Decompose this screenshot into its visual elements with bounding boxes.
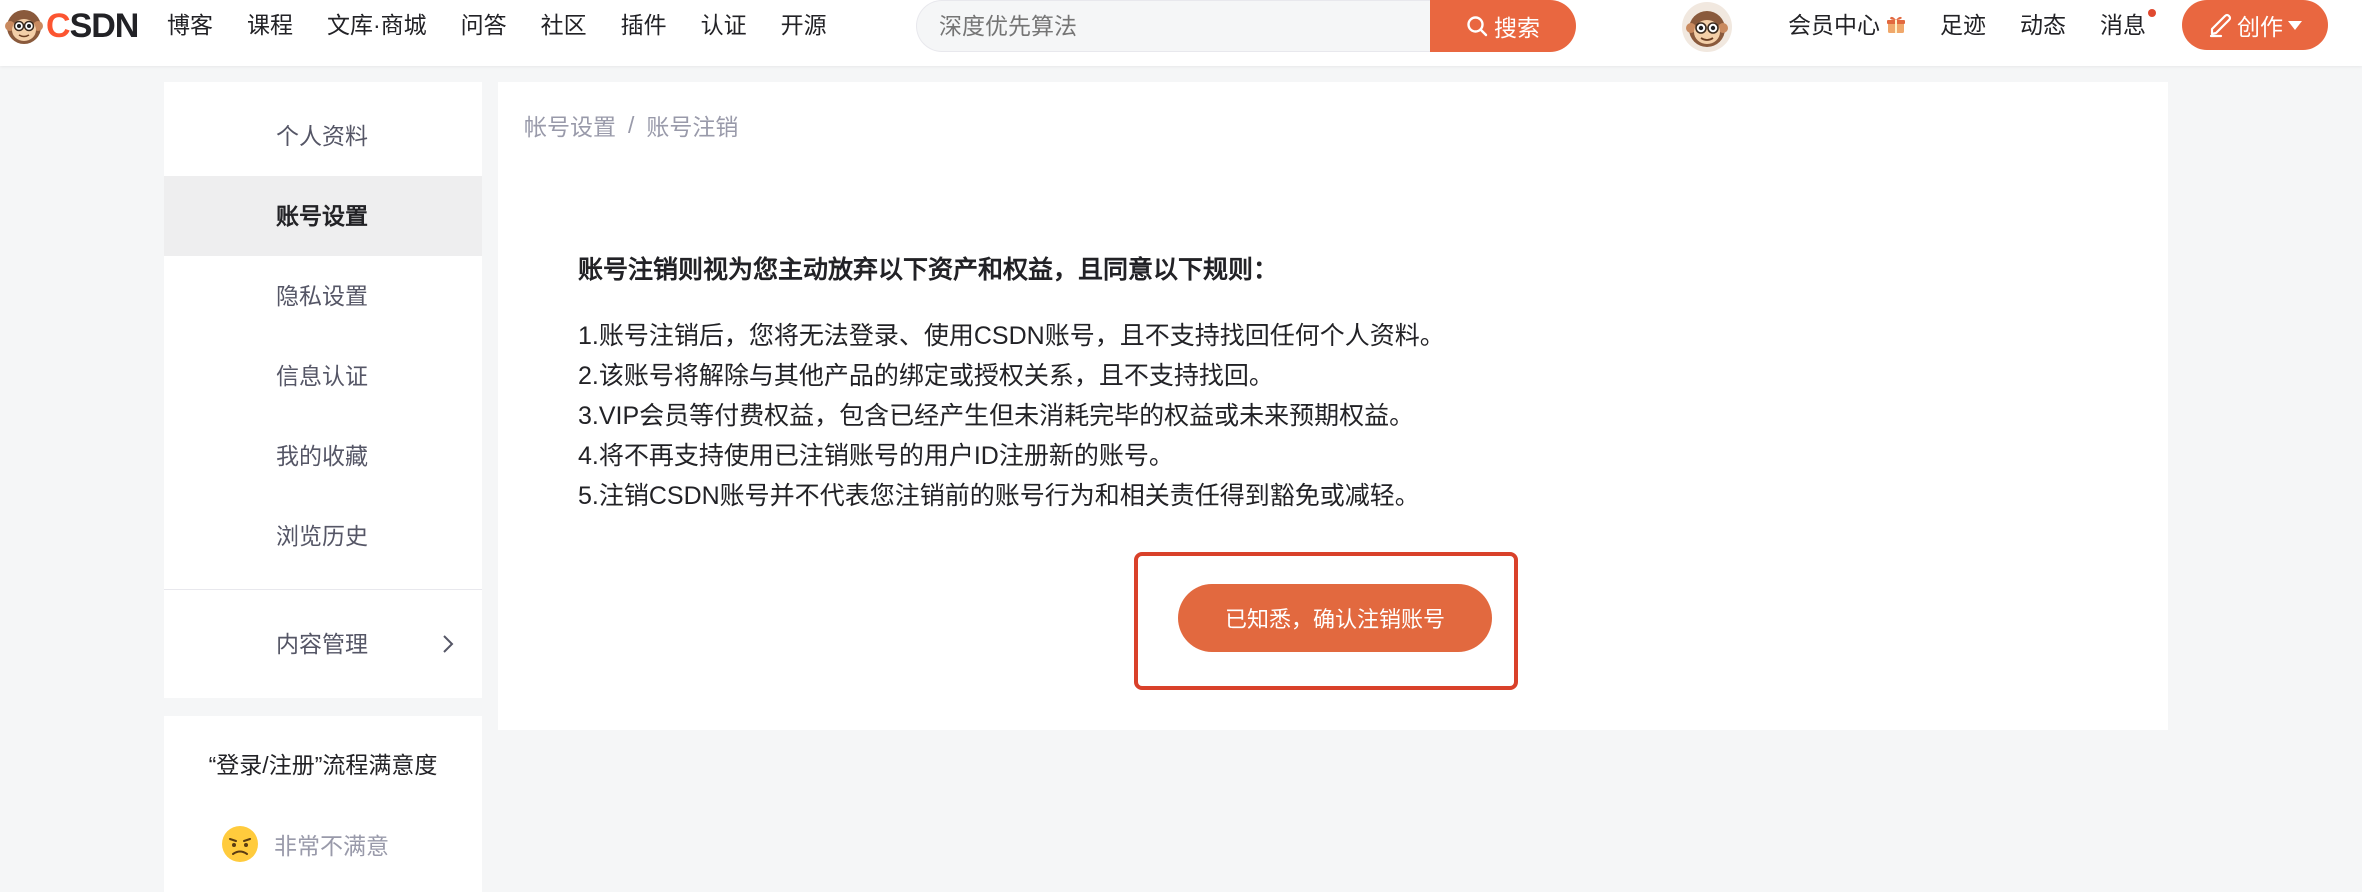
unread-dot bbox=[2148, 9, 2156, 17]
satisfaction-survey: “登录/注册”流程满意度 非常不满意 bbox=[164, 716, 482, 892]
survey-title: “登录/注册”流程满意度 bbox=[208, 752, 438, 778]
footprint-link[interactable]: 足迹 bbox=[1940, 0, 1986, 50]
vip-center-link[interactable]: 会员中心 bbox=[1788, 0, 1906, 50]
nav-community[interactable]: 社区 bbox=[541, 0, 587, 50]
user-avatar[interactable] bbox=[1682, 2, 1732, 52]
search-input[interactable] bbox=[916, 0, 1430, 52]
avatar-monkey-icon bbox=[1686, 11, 1728, 47]
nav-open-source[interactable]: 开源 bbox=[781, 0, 827, 50]
create-button-label: 创作 bbox=[2237, 14, 2283, 40]
confirm-cancel-account-button[interactable]: 已知悉，确认注销账号 bbox=[1178, 584, 1492, 652]
chevron-right-icon bbox=[443, 635, 454, 653]
monkey-mascot-icon bbox=[5, 10, 43, 44]
rule-item: 3.VIP会员等付费权益，包含已经产生但未消耗完毕的权益或未来预期权益。 bbox=[578, 402, 1415, 430]
vip-center-label: 会员中心 bbox=[1788, 12, 1880, 38]
messages-label: 消息 bbox=[2100, 12, 2146, 38]
breadcrumb-current: 账号注销 bbox=[646, 114, 739, 140]
create-button[interactable]: 创作 bbox=[2182, 0, 2328, 50]
cancellation-notice-title: 账号注销则视为您主动放弃以下资产和权益，且同意以下规则： bbox=[578, 256, 1279, 284]
search-button[interactable]: 搜索 bbox=[1430, 0, 1576, 52]
sidebar-divider bbox=[164, 589, 482, 590]
nav-library-mall[interactable]: 文库·商城 bbox=[327, 0, 427, 50]
top-navigation-bar: CSDN 博客 课程 文库·商城 问答 社区 插件 认证 开源 搜索 bbox=[0, 0, 2362, 66]
confirm-highlight-box: 已知悉，确认注销账号 bbox=[1134, 552, 1518, 690]
search-button-label: 搜索 bbox=[1494, 15, 1540, 41]
caret-down-icon bbox=[2288, 21, 2302, 30]
sidebar-item-account-settings[interactable]: 账号设置 bbox=[164, 176, 482, 256]
breadcrumb: 帐号设置 / 账号注销 bbox=[524, 108, 738, 142]
nav-courses[interactable]: 课程 bbox=[247, 0, 293, 50]
account-cancellation-panel: 帐号设置 / 账号注销 账号注销则视为您主动放弃以下资产和权益，且同意以下规则：… bbox=[498, 82, 2168, 730]
activity-link[interactable]: 动态 bbox=[2020, 0, 2066, 50]
settings-sidebar: 个人资料 账号设置 隐私设置 信息认证 我的收藏 浏览历史 内容管理 bbox=[164, 82, 482, 698]
nav-certification[interactable]: 认证 bbox=[701, 0, 747, 50]
sidebar-item-privacy[interactable]: 隐私设置 bbox=[164, 256, 482, 336]
sidebar-item-favorites[interactable]: 我的收藏 bbox=[164, 416, 482, 496]
survey-option-label: 非常不满意 bbox=[274, 833, 389, 859]
main-nav: 博客 课程 文库·商城 问答 社区 插件 认证 开源 bbox=[167, 0, 861, 50]
search-icon bbox=[1467, 16, 1488, 37]
pen-icon bbox=[2209, 13, 2232, 38]
survey-option-very-unsatisfied[interactable]: 非常不满意 bbox=[220, 824, 389, 864]
content-management-label: 内容管理 bbox=[276, 631, 368, 657]
annoyed-face-icon bbox=[222, 826, 258, 862]
rule-item: 5.注销CSDN账号并不代表您注销前的账号行为和相关责任得到豁免或减轻。 bbox=[578, 482, 1420, 510]
sidebar-item-verification[interactable]: 信息认证 bbox=[164, 336, 482, 416]
nav-plugins[interactable]: 插件 bbox=[621, 0, 667, 50]
rule-item: 1.账号注销后，您将无法登录、使用CSDN账号，且不支持找回任何个人资料。 bbox=[578, 322, 1445, 350]
gift-icon bbox=[1887, 16, 1905, 33]
csdn-logo[interactable]: CSDN bbox=[4, 4, 139, 48]
rule-item: 4.将不再支持使用已注销账号的用户ID注册新的账号。 bbox=[578, 442, 1174, 470]
sidebar-item-profile[interactable]: 个人资料 bbox=[164, 96, 482, 176]
search-bar: 搜索 bbox=[916, 0, 1576, 52]
user-links: 会员中心 足迹 动态 消息 bbox=[1788, 0, 2180, 50]
messages-link[interactable]: 消息 bbox=[2100, 0, 2156, 50]
sidebar-item-content-management[interactable]: 内容管理 bbox=[164, 604, 482, 684]
breadcrumb-separator: / bbox=[628, 111, 635, 138]
nav-qa[interactable]: 问答 bbox=[461, 0, 507, 50]
nav-blog[interactable]: 博客 bbox=[167, 0, 213, 50]
rule-item: 2.该账号将解除与其他产品的绑定或授权关系，且不支持找回。 bbox=[578, 362, 1274, 390]
breadcrumb-account-settings[interactable]: 帐号设置 bbox=[524, 108, 616, 142]
cancellation-rules-list: 1.账号注销后，您将无法登录、使用CSDN账号，且不支持找回任何个人资料。 2.… bbox=[578, 316, 1445, 516]
csdn-wordmark: CSDN bbox=[46, 7, 139, 45]
sidebar-item-history[interactable]: 浏览历史 bbox=[164, 496, 482, 576]
